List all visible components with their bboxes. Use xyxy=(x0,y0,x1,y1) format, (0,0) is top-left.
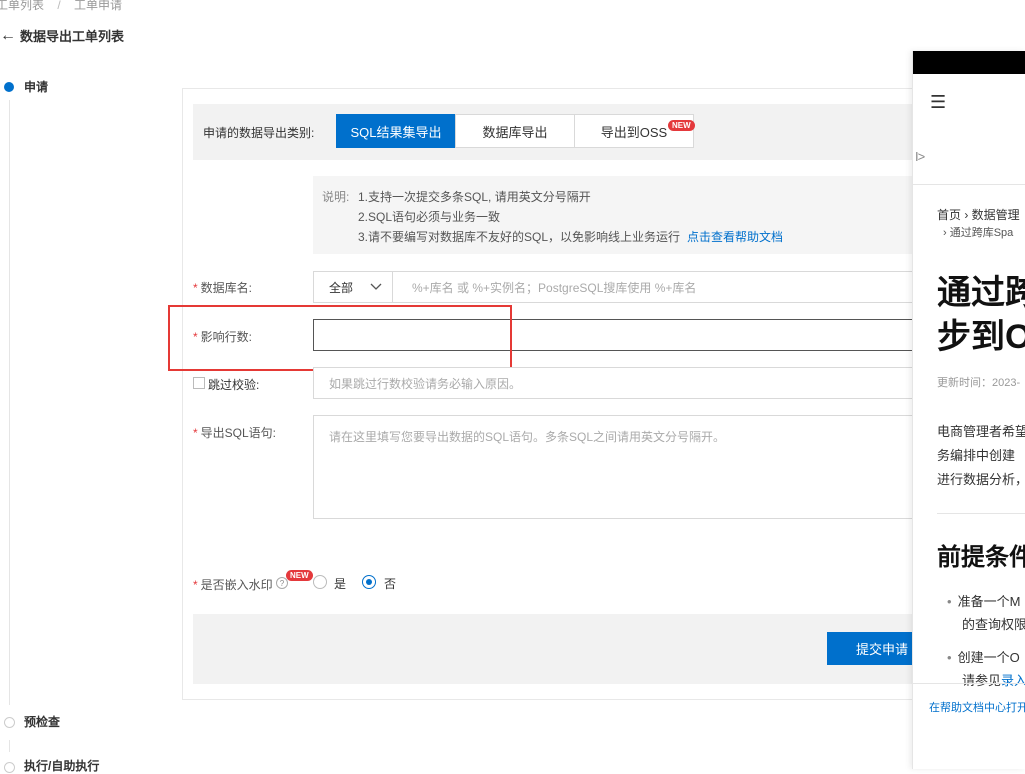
page-header: ← 数据导出工单列表 xyxy=(0,26,124,45)
doc-divider xyxy=(937,513,1025,514)
highlight-annotation xyxy=(168,305,512,371)
hamburger-menu-icon[interactable]: ☰ xyxy=(930,92,946,113)
help-doc-panel: ☰ I> 首页 › 数据管理 › 通过跨库Spa 通过跨 步到O 更新时间：20… xyxy=(912,51,1025,769)
open-in-help-center-link[interactable]: 在帮助文档中心打开 xyxy=(929,699,1025,715)
doc-paragraph-line: 务编排中创建 xyxy=(937,448,1016,463)
sql-label-text: 导出SQL语句: xyxy=(200,426,277,440)
doc-breadcrumb[interactable]: 首页 › 数据管理 xyxy=(937,206,1020,223)
doc-bullet: • 准备一个M xyxy=(947,594,1021,609)
step-dot-pending-icon xyxy=(4,762,15,773)
instructions-box: 说明: 1.支持一次提交多条SQL, 请用英文分号隔开 2.SQL语句必须与业务… xyxy=(313,176,943,254)
collapse-panel-icon[interactable]: I> xyxy=(915,149,925,164)
new-badge: NEW xyxy=(286,570,313,581)
step-dot-active-icon xyxy=(4,82,14,92)
required-mark: * xyxy=(193,426,198,440)
watermark-label-text: 是否嵌入水印 xyxy=(200,578,273,592)
export-type-database[interactable]: 数据库导出 xyxy=(455,114,575,148)
instructions-line: 2.SQL语句必须与业务一致 xyxy=(358,210,501,224)
database-search-placeholder: %+库名 或 %+实例名；PostgreSQL搜库使用 %+库名 xyxy=(412,280,697,295)
required-mark: * xyxy=(193,578,198,592)
doc-paragraph-line: 进行数据分析， xyxy=(937,472,1025,487)
database-search-input[interactable]: %+库名 或 %+实例名；PostgreSQL搜库使用 %+库名 xyxy=(392,271,952,303)
doc-bullet: 请参见录入 xyxy=(962,670,1025,689)
doc-topbar xyxy=(913,51,1025,74)
doc-bullet-text: 准备一个M xyxy=(957,594,1021,609)
step-connector xyxy=(9,100,10,705)
breadcrumb-item-ticket-apply: 工单申请 xyxy=(74,0,123,12)
radio-selected-dot xyxy=(366,579,372,585)
watermark-no-radio[interactable] xyxy=(362,575,376,589)
watermark-field-label: * 是否嵌入水印 xyxy=(193,576,273,593)
doc-bullet-text: 请参见 xyxy=(962,673,1002,688)
doc-divider xyxy=(913,683,1025,684)
skip-check-checkbox[interactable] xyxy=(193,377,205,389)
doc-title: 通过跨 xyxy=(937,274,1025,312)
sql-field-label: * 导出SQL语句: xyxy=(193,424,276,441)
instructions-prefix: 说明: xyxy=(322,190,350,204)
watermark-yes-radio[interactable] xyxy=(313,575,327,589)
export-type-sql-result-label: SQL结果集导出 xyxy=(350,124,442,140)
skip-reason-input[interactable]: 如果跳过行数校验请务必输入原因。 xyxy=(313,367,953,399)
doc-link[interactable]: 录入 xyxy=(1001,673,1025,688)
submit-button-label: 提交申请 xyxy=(855,642,908,657)
help-doc-link[interactable]: 点击查看帮助文档 xyxy=(687,228,783,245)
step-label-apply: 申请 xyxy=(24,80,49,94)
database-field-label: * 数据库名: xyxy=(193,279,252,296)
export-type-oss-label: 导出到OSS xyxy=(600,124,668,140)
export-type-label: 申请的数据导出类别: xyxy=(203,126,315,140)
back-arrow-icon[interactable]: ← xyxy=(0,27,16,45)
skip-reason-placeholder: 如果跳过行数校验请务必输入原因。 xyxy=(329,376,522,391)
doc-paragraph-line: 电商管理者希望 xyxy=(937,424,1025,439)
breadcrumb: 工单列表 / 工单申请 xyxy=(0,0,122,13)
sql-textarea[interactable]: 请在这里填写您要导出数据的SQL语句。多条SQL之间请用英文分号隔开。 xyxy=(313,415,953,519)
export-type-sql-result[interactable]: SQL结果集导出 xyxy=(336,114,456,148)
doc-updated-time: 更新时间：2023- xyxy=(937,377,1021,389)
breadcrumb-item-ticket-list[interactable]: 工单列表 xyxy=(0,0,44,12)
doc-divider xyxy=(913,184,1025,185)
skip-check-label: 跳过校验: xyxy=(208,378,260,392)
watermark-no-label: 否 xyxy=(384,577,397,591)
step-label-precheck: 预检查 xyxy=(24,715,61,729)
breadcrumb-separator: / xyxy=(57,0,61,12)
new-badge: NEW xyxy=(668,120,695,131)
instructions-line: 3.请不要编写对数据库不友好的SQL，以免影响线上业务运行 xyxy=(358,230,681,244)
database-label-text: 数据库名: xyxy=(200,281,253,295)
chevron-down-icon xyxy=(370,280,382,294)
doc-title: 步到O xyxy=(937,318,1025,356)
doc-bullet-text: 的查询权限 xyxy=(962,617,1025,632)
step-label-execute: 执行/自助执行 xyxy=(24,759,100,773)
doc-breadcrumb[interactable]: › 通过跨库Spa xyxy=(943,224,1013,240)
database-scope-select[interactable]: 全部 xyxy=(313,271,393,303)
sql-placeholder: 请在这里填写您要导出数据的SQL语句。多条SQL之间请用英文分号隔开。 xyxy=(329,430,726,444)
required-mark: * xyxy=(193,281,198,295)
doc-section-title: 前提条件 xyxy=(937,544,1025,571)
step-dot-pending-icon xyxy=(4,717,15,728)
export-type-database-label: 数据库导出 xyxy=(482,124,548,140)
step-connector xyxy=(9,740,10,752)
page-title: 数据导出工单列表 xyxy=(20,29,125,44)
instructions-line: 1.支持一次提交多条SQL, 请用英文分号隔开 xyxy=(358,190,591,204)
database-scope-value: 全部 xyxy=(329,280,354,295)
watermark-yes-label: 是 xyxy=(334,577,347,591)
doc-bullet: • 创建一个O xyxy=(947,650,1020,665)
doc-bullet-text: 创建一个O xyxy=(957,650,1020,665)
